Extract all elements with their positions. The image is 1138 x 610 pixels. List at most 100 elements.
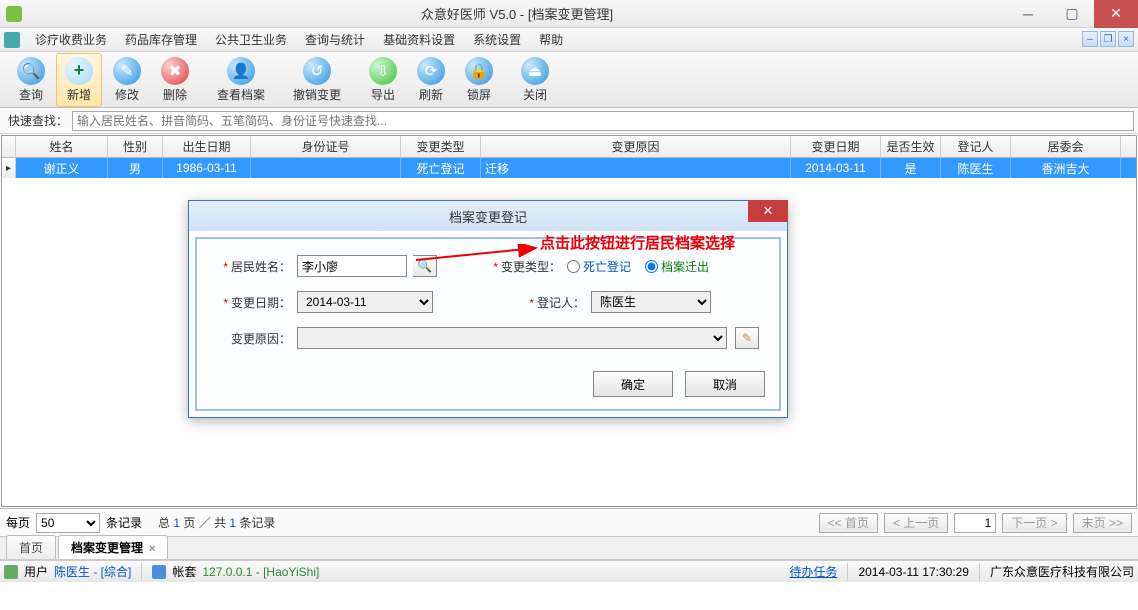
quick-search-bar: 快速查找： [0,108,1138,134]
status-company: 广东众意医疗科技有限公司 [990,563,1134,580]
search-icon: 🔍 [417,259,432,273]
radio-moveout[interactable]: 档案迁出 [645,258,709,275]
first-page-button[interactable]: << 首页 [819,513,878,533]
name-label: 居民姓名： [231,260,291,274]
menu-item[interactable]: 系统设置 [464,31,530,48]
toolbar-export-button[interactable]: ⇩导出 [360,53,406,107]
cell-change-type: 死亡登记 [401,158,481,178]
mdi-close-icon[interactable]: × [1118,31,1134,47]
user-icon [4,565,18,579]
col-id[interactable]: 身份证号 [251,136,401,157]
per-page-unit: 条记录 [106,514,142,531]
prev-page-button[interactable]: < 上一页 [884,513,948,533]
cell-sex: 男 [108,158,163,178]
toolbar-edit-button[interactable]: ✎修改 [104,53,150,107]
close-window-button[interactable]: ✕ [1094,0,1138,28]
undo-icon: ↺ [303,57,331,85]
status-user-label: 用户 [24,563,48,580]
change-reason-select[interactable] [297,327,727,349]
resident-name-input[interactable] [297,255,407,277]
radio-death[interactable]: 死亡登记 [567,258,631,275]
app-icon [6,6,22,22]
type-label: 变更类型： [501,260,561,274]
export-icon: ⇩ [369,57,397,85]
menu-item[interactable]: 诊疗收费业务 [26,31,116,48]
account-icon [152,565,166,579]
last-page-button[interactable]: 末页 >> [1073,513,1132,533]
reason-edit-button[interactable]: ✎ [735,327,759,349]
col-name[interactable]: 姓名 [16,136,108,157]
quick-search-input[interactable] [72,111,1134,131]
mdi-restore-icon[interactable]: ❐ [1100,31,1116,47]
maximize-button[interactable]: ▢ [1050,0,1094,28]
menu-item[interactable]: 公共卫生业务 [206,31,296,48]
col-birth[interactable]: 出生日期 [163,136,251,157]
titlebar: 众意好医师 V5.0 - [档案变更管理] ─ ▢ ✕ [0,0,1138,28]
delete-icon: ✖ [161,57,189,85]
menubar: 诊疗收费业务 药品库存管理 公共卫生业务 查询与统计 基础资料设置 系统设置 帮… [0,28,1138,52]
reason-label: 变更原因： [231,332,291,346]
lock-icon: 🔒 [465,57,493,85]
next-page-button[interactable]: 下一页 > [1002,513,1066,533]
cancel-button[interactable]: 取消 [685,371,765,397]
status-user: 陈医生 - [综合] [54,563,131,580]
menu-app-icon [4,32,20,48]
table-row[interactable]: ▸ 谢正义 男 1986-03-11 死亡登记 迁移 2014-03-11 是 … [2,158,1136,178]
menu-item[interactable]: 查询与统计 [296,31,374,48]
toolbar-view-button[interactable]: 👤查看档案 [208,53,274,107]
edit-icon: ✎ [113,57,141,85]
per-page-select[interactable]: 50 [36,513,100,533]
menu-item[interactable]: 药品库存管理 [116,31,206,48]
col-reason[interactable]: 变更原因 [481,136,791,157]
change-type-radio-group: 死亡登记 档案迁出 [567,258,709,275]
change-date-select[interactable]: 2014-03-11 [297,291,433,313]
toolbar-lock-button[interactable]: 🔒锁屏 [456,53,502,107]
status-account-label: 帐套 [172,563,196,580]
col-effect[interactable]: 是否生效 [881,136,941,157]
cell-effect: 是 [881,158,941,178]
search-icon: 🔍 [17,57,45,85]
edit-icon: ✎ [742,331,752,345]
registrar-select[interactable]: 陈医生 [591,291,711,313]
toolbar-add-button[interactable]: 新增 [56,53,102,107]
lookup-resident-button[interactable]: 🔍 [413,255,437,277]
dialog-title: 档案变更登记 ✕ [189,201,787,231]
toolbar-close-button[interactable]: ⏏关闭 [512,53,558,107]
menu-item[interactable]: 帮助 [530,31,572,48]
toolbar: 🔍查询 新增 ✎修改 ✖删除 👤查看档案 ↺撤销变更 ⇩导出 ⟳刷新 🔒锁屏 ⏏… [0,52,1138,108]
tab-close-icon[interactable]: × [149,543,155,555]
menu-item[interactable]: 基础资料设置 [374,31,464,48]
toolbar-undo-button[interactable]: ↺撤销变更 [284,53,350,107]
tab-archive-change[interactable]: 档案变更管理× [58,535,168,559]
col-change-type[interactable]: 变更类型 [401,136,481,157]
page-number-input[interactable] [954,513,996,533]
per-page-label: 每页 [6,514,30,531]
status-datetime: 2014-03-11 17:30:29 [858,565,969,579]
minimize-button[interactable]: ─ [1006,0,1050,28]
cell-committee: 香洲吉大 [1011,158,1121,178]
date-label: 变更日期： [231,296,291,310]
col-change-date[interactable]: 变更日期 [791,136,881,157]
window-title: 众意好医师 V5.0 - [档案变更管理] [28,4,1006,23]
toolbar-delete-button[interactable]: ✖删除 [152,53,198,107]
status-tasks-link[interactable]: 待办任务 [789,563,837,580]
plus-icon [65,57,93,85]
toolbar-refresh-button[interactable]: ⟳刷新 [408,53,454,107]
cell-reason: 迁移 [481,158,791,178]
cell-change-date: 2014-03-11 [791,158,881,178]
toolbar-query-button[interactable]: 🔍查询 [8,53,54,107]
bottom-tabs: 首页 档案变更管理× [0,536,1138,560]
quick-search-label: 快速查找： [4,112,72,129]
grid-header-row: 姓名 性别 出生日期 身份证号 变更类型 变更原因 变更日期 是否生效 登记人 … [2,136,1136,158]
cell-name: 谢正义 [16,158,108,178]
col-registrar[interactable]: 登记人 [941,136,1011,157]
dialog-close-button[interactable]: ✕ [748,200,788,222]
col-sex[interactable]: 性别 [108,136,163,157]
cell-registrar: 陈医生 [941,158,1011,178]
col-committee[interactable]: 居委会 [1011,136,1121,157]
tab-home[interactable]: 首页 [6,535,56,559]
cell-birth: 1986-03-11 [163,158,251,178]
ok-button[interactable]: 确定 [593,371,673,397]
pager-stats: 总 1 页 ／ 共 1 条记录 [158,514,275,531]
mdi-minimize-icon[interactable]: – [1082,31,1098,47]
